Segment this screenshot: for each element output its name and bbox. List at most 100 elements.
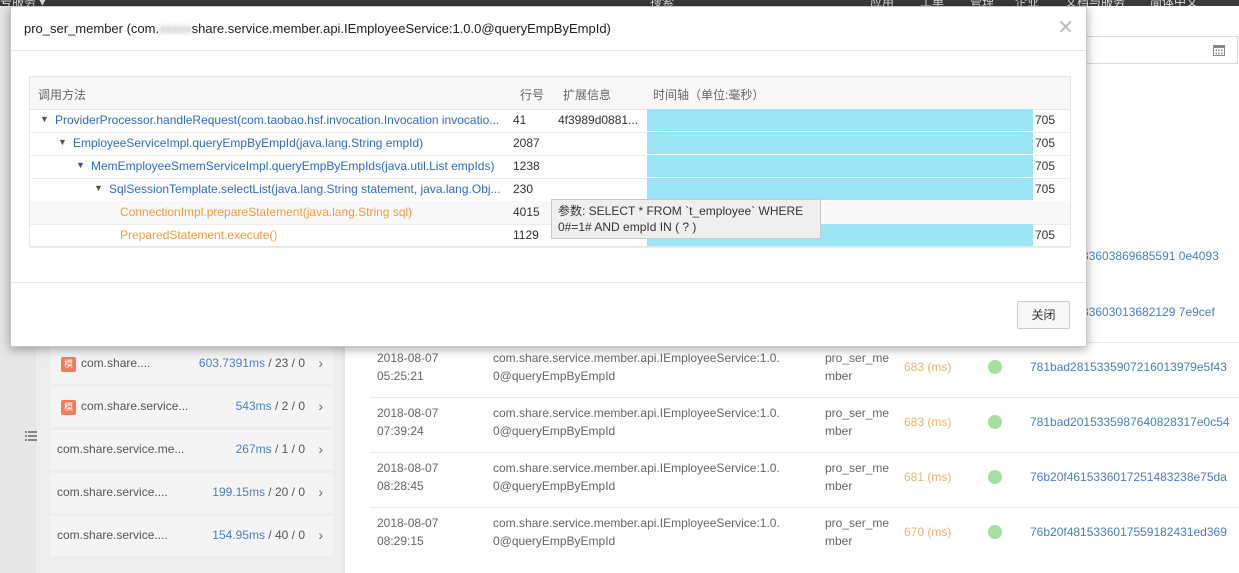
row-divider xyxy=(370,452,1239,453)
service-name: com.share.... xyxy=(81,356,150,370)
duration-ms: 705 xyxy=(1035,159,1056,173)
divider xyxy=(11,50,1086,51)
avg-latency: 603.7391ms xyxy=(198,356,265,370)
trace-id-link[interactable]: 76b20f4615336017251483238e75da xyxy=(1030,469,1227,486)
status-dot xyxy=(988,415,1002,429)
row-app: pro_ser_me xyxy=(825,461,890,475)
service-name: share.service.member.api.IEmployeeServic… xyxy=(519,351,780,365)
row-divider xyxy=(370,507,1239,508)
row-duration: 681 (ms) xyxy=(904,470,952,484)
row-duration: 670 (ms) xyxy=(904,525,952,539)
service-name: com.share.service.... xyxy=(57,528,168,542)
row-service: com.share.service.member.api.IEmployeeSe… xyxy=(493,460,780,477)
chevron-right-icon[interactable]: › xyxy=(318,398,323,414)
service-prefix: com. xyxy=(81,356,108,370)
service-metrics: 267ms / 1 / 0 xyxy=(236,442,305,456)
method-signature: ProviderProcessor.handleRequest(com.taob… xyxy=(55,113,500,127)
service-metrics: 543ms / 2 / 0 xyxy=(236,399,305,413)
call-tree-row[interactable]: PreparedStatement.execute() 1129 705 xyxy=(30,224,1070,248)
calendar-icon[interactable] xyxy=(1213,44,1225,56)
row-divider xyxy=(370,397,1239,398)
duration-ms: 705 xyxy=(1035,182,1056,196)
column-header-method: 调用方法 xyxy=(38,88,87,102)
row-method: 0@queryEmpByEmpId xyxy=(493,369,616,383)
row-method: 0@queryEmpByEmpId xyxy=(493,424,616,438)
avg-latency: 199.15ms xyxy=(212,485,265,499)
trace-id-link[interactable]: 781bad2015335987640828317e0c54 xyxy=(1030,414,1230,431)
chevron-right-icon[interactable]: › xyxy=(318,441,323,457)
row-method: 0@queryEmpByEmpId xyxy=(493,479,616,493)
timeline-bar xyxy=(647,132,1033,154)
call-counts: / 23 / 0 xyxy=(264,356,305,370)
timeline-bar xyxy=(647,178,1033,200)
line-number: 1129 xyxy=(513,228,539,242)
row-service: com.share.service.member.api.IEmployeeSe… xyxy=(493,405,780,422)
call-tree-row[interactable]: ▼ MemEmployeeSmemServiceImpl.queryEmpByEm… xyxy=(30,155,1070,179)
trace-id-link[interactable]: 781bad2815335907216013979e5f43 xyxy=(1030,359,1227,376)
service-name: com.share.service.me... xyxy=(57,442,184,456)
service-metrics: 603.7391ms / 23 / 0 xyxy=(199,356,305,370)
service-name: com.share.service.... xyxy=(57,485,168,499)
row-app: pro_ser_me xyxy=(825,351,890,365)
call-counts: / 1 / 0 xyxy=(271,442,305,456)
chevron-right-icon[interactable]: › xyxy=(318,484,323,500)
call-tree-table: 调用方法 行号 扩展信息 时间轴（单位:毫秒） ▼ ProviderProcess… xyxy=(29,76,1071,248)
line-number: 230 xyxy=(513,182,534,196)
line-number: 4015 xyxy=(513,205,540,219)
service-list-item[interactable]: com.share.service.... 199.15ms / 20 / 0 › xyxy=(50,473,333,513)
service-short: share.service... xyxy=(107,399,189,413)
service-metrics: 154.95ms / 40 / 0 xyxy=(212,528,305,542)
line-number: 2087 xyxy=(513,136,540,150)
duration-ms: 705 xyxy=(1035,113,1056,127)
call-tree-row[interactable]: ▼ ProviderProcessor.handleRequest(com.tao… xyxy=(30,109,1070,133)
call-tree-row[interactable]: ▼ SqlSessionTemplate.selectList(java.lang… xyxy=(30,178,1070,202)
call-counts: / 20 / 0 xyxy=(264,485,305,499)
close-icon[interactable]: ✕ xyxy=(1057,15,1074,40)
service-prefix: com. xyxy=(493,351,520,365)
service-prefix: com. xyxy=(493,516,520,530)
service-prefix: com. xyxy=(57,442,84,456)
row-time: 08:29:15 xyxy=(377,534,424,548)
trace-detail-dialog: pro_ser_member (com.xxxxxshare.service.m… xyxy=(10,6,1087,347)
tooltip-line: 参数: SELECT * FROM `t_employee` WHERE xyxy=(558,204,804,218)
avg-latency: 267ms xyxy=(235,442,272,456)
collapse-toggle-icon[interactable]: ▼ xyxy=(76,160,85,170)
service-prefix: com. xyxy=(81,399,108,413)
status-dot xyxy=(988,525,1002,539)
collapse-toggle-icon[interactable]: ▼ xyxy=(40,114,49,124)
row-time: 08:28:45 xyxy=(377,479,424,493)
row-service: com.share.service.member.api.IEmployeeSe… xyxy=(493,515,780,532)
row-app: pro_ser_me xyxy=(825,516,890,530)
collapse-toggle-icon[interactable]: ▼ xyxy=(94,183,103,193)
call-tree-row[interactable]: ConnectionImpl.prepareStatement(java.lan… xyxy=(30,201,1070,225)
service-short: share.... xyxy=(107,356,151,370)
call-counts: / 2 / 0 xyxy=(271,399,305,413)
service-name: share.service.member.api.IEmployeeServic… xyxy=(519,516,780,530)
row-method: 0@queryEmpByEmpId xyxy=(493,534,616,548)
line-number: 41 xyxy=(513,113,527,127)
service-list-item[interactable]: 模 com.share.... 603.7391ms / 23 / 0 › xyxy=(50,344,333,384)
service-list-item[interactable]: com.share.service.... 154.95ms / 40 / 0 › xyxy=(50,516,333,556)
row-service: com.share.service.member.api.IEmployeeSe… xyxy=(493,350,780,367)
service-type-icon: 模 xyxy=(61,357,76,372)
date-range-picker[interactable] xyxy=(1085,36,1238,64)
trace-id-link[interactable]: 76b20f4815336017559182431ed369 xyxy=(1030,524,1227,541)
close-button[interactable]: 关闭 xyxy=(1017,301,1070,329)
method-signature: SqlSessionTemplate.selectList(java.lang.… xyxy=(109,182,501,196)
duration-ms: 705 xyxy=(1035,136,1056,150)
method-signature: PreparedStatement.execute() xyxy=(120,228,278,242)
chevron-right-icon[interactable]: › xyxy=(318,527,323,543)
call-tree-row[interactable]: ▼ EmployeeServiceImpl.queryEmpByEmpId(jav… xyxy=(30,132,1070,156)
service-prefix: com. xyxy=(493,406,520,420)
service-list-item[interactable]: 模 com.share.service... 543ms / 2 / 0 › xyxy=(50,387,333,427)
list-menu-icon[interactable] xyxy=(25,430,37,442)
service-prefix: com. xyxy=(57,485,84,499)
column-header-timeline: 时间轴（单位:毫秒） xyxy=(653,88,765,102)
service-name: share.service.member.api.IEmployeeServic… xyxy=(519,406,780,420)
tooltip-line: 0#=1# AND empId IN ( ? ) xyxy=(558,220,697,234)
method-signature: MemEmployeeSmemServiceImpl.queryEmpByEmp… xyxy=(91,159,495,173)
row-app: mber xyxy=(825,369,853,383)
collapse-toggle-icon[interactable]: ▼ xyxy=(58,137,67,147)
chevron-right-icon[interactable]: › xyxy=(318,355,323,371)
service-list-item[interactable]: com.share.service.me... 267ms / 1 / 0 › xyxy=(50,430,333,470)
